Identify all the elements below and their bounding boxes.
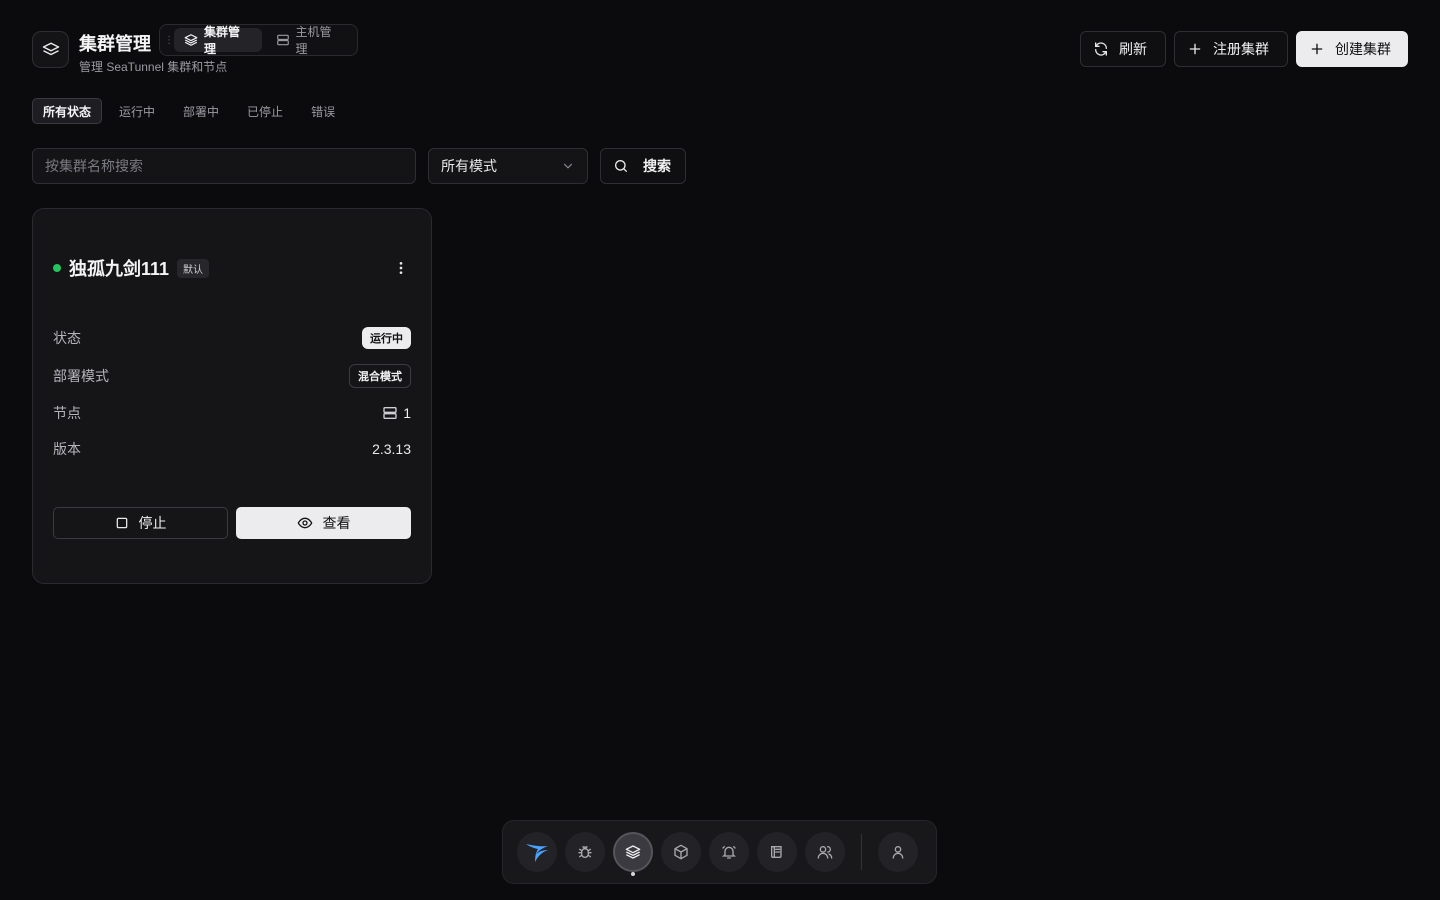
search-icon <box>613 158 629 174</box>
mode-label: 部署模式 <box>53 368 109 384</box>
stop-label: 停止 <box>138 515 167 531</box>
search-input[interactable] <box>32 148 416 184</box>
search-button-label: 搜索 <box>643 158 671 174</box>
version-label: 版本 <box>53 441 81 457</box>
register-cluster-button[interactable]: 注册集群 <box>1174 31 1288 67</box>
app-layers-icon <box>32 31 69 68</box>
server-icon <box>276 33 290 47</box>
status-filter-deploying[interactable]: 部署中 <box>172 98 230 124</box>
status-filter-stopped[interactable]: 已停止 <box>236 98 294 124</box>
search-button[interactable]: 搜索 <box>600 148 686 184</box>
register-label: 注册集群 <box>1213 41 1269 57</box>
card-actions: 停止 查看 <box>53 507 411 539</box>
tab-host-management[interactable]: 主机管理 <box>266 25 354 56</box>
page-title: 集群管理 <box>79 34 151 54</box>
mode-select-value: 所有模式 <box>441 158 497 174</box>
square-icon <box>115 516 129 530</box>
package-icon[interactable] <box>661 832 701 872</box>
version-row: 版本 2.3.13 <box>53 437 411 461</box>
tab-label: 主机管理 <box>295 25 332 56</box>
refresh-label: 刷新 <box>1119 41 1147 57</box>
mode-select[interactable]: 所有模式 <box>428 148 588 184</box>
status-filter-running[interactable]: 运行中 <box>108 98 166 124</box>
tab-cluster-management[interactable]: 集群管理 <box>174 25 262 56</box>
create-label: 创建集群 <box>1335 41 1391 57</box>
nodes-label: 节点 <box>53 405 81 421</box>
status-filter-all[interactable]: 所有状态 <box>32 98 103 124</box>
bug-icon[interactable] <box>565 832 605 872</box>
stop-button[interactable]: 停止 <box>53 507 228 539</box>
cluster-card-header: 独孤九剑111 默认 <box>53 255 411 281</box>
layers-icon[interactable] <box>613 832 653 876</box>
status-filter-error[interactable]: 错误 <box>300 98 346 124</box>
layers-icon <box>184 33 198 47</box>
status-label: 状态 <box>53 330 81 346</box>
plus-icon <box>1187 41 1203 57</box>
seatunnel-logo-icon[interactable] <box>517 832 557 872</box>
status-dot <box>53 264 61 272</box>
plus-icon <box>1309 41 1325 57</box>
bottom-dock <box>502 820 937 884</box>
view-switcher: ⋮⋮ 集群管理 主机管理 <box>159 24 358 56</box>
user-icon[interactable] <box>878 832 918 872</box>
mode-row: 部署模式 混合模式 <box>53 364 411 388</box>
status-filter-bar: 所有状态 运行中 部署中 已停止 错误 <box>32 98 346 124</box>
drag-handle-icon[interactable]: ⋮⋮ <box>164 35 183 46</box>
eye-icon <box>297 515 313 531</box>
status-row: 状态 运行中 <box>53 326 411 350</box>
view-label: 查看 <box>322 515 351 531</box>
top-actions: 刷新 注册集群 创建集群 <box>1080 31 1408 67</box>
server-icon <box>382 405 398 421</box>
create-cluster-button[interactable]: 创建集群 <box>1296 31 1408 67</box>
refresh-button[interactable]: 刷新 <box>1080 31 1166 67</box>
scroll-icon[interactable] <box>757 832 797 872</box>
users-icon[interactable] <box>805 832 845 872</box>
version-value: 2.3.13 <box>372 441 411 457</box>
mode-badge: 混合模式 <box>349 364 411 388</box>
dock-divider <box>861 834 862 870</box>
view-button[interactable]: 查看 <box>236 507 411 539</box>
nodes-row: 节点 1 <box>53 401 411 425</box>
cluster-card: 独孤九剑111 默认 状态 运行中 部署模式 混合模式 节点 1 版本 2.3.… <box>32 208 432 584</box>
page-subtitle: 管理 SeaTunnel 集群和节点 <box>79 60 228 74</box>
node-count-value: 1 <box>403 405 411 421</box>
refresh-icon <box>1093 41 1109 57</box>
bell-icon[interactable] <box>709 832 749 872</box>
cluster-name: 独孤九剑111 <box>69 259 170 279</box>
node-count: 1 <box>382 405 411 421</box>
chevron-down-icon <box>561 159 575 173</box>
more-options-icon[interactable] <box>391 258 411 278</box>
tab-label: 集群管理 <box>204 25 241 56</box>
status-badge: 运行中 <box>362 327 411 349</box>
default-badge: 默认 <box>177 258 210 278</box>
